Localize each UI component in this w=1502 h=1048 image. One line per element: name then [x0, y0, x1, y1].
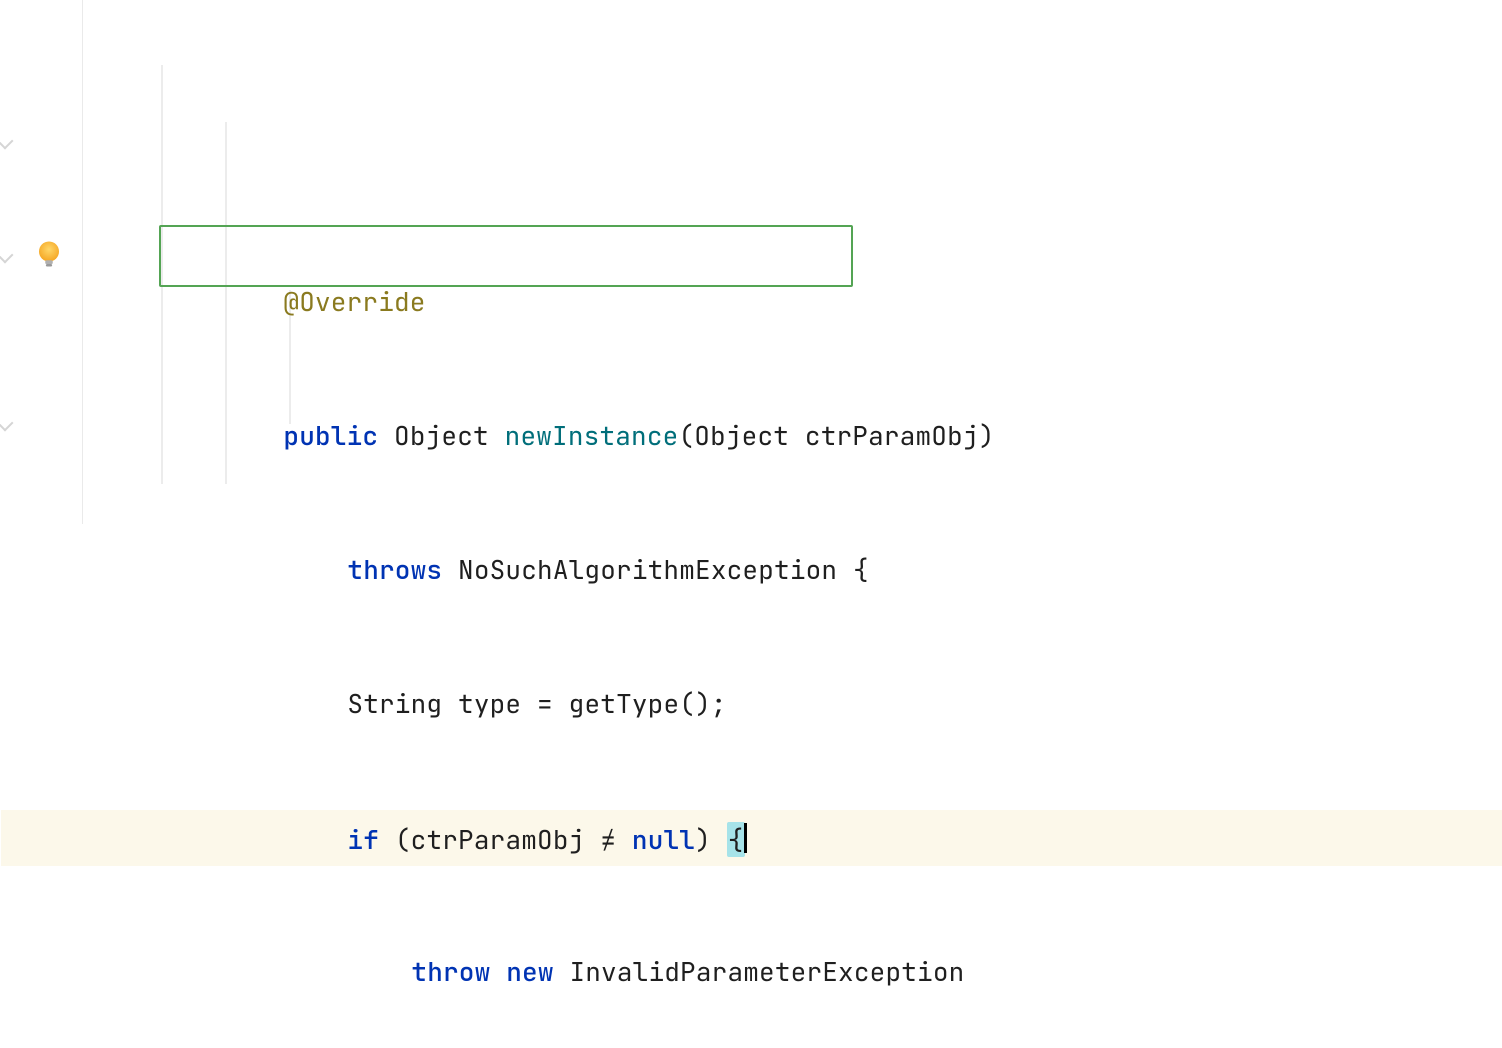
paren-token: )	[695, 822, 711, 857]
text-caret	[744, 823, 747, 853]
code-line[interactable]: String type = getType();	[83, 676, 1502, 732]
code-line[interactable]: throws NoSuchAlgorithmException {	[83, 542, 1502, 598]
identifier-token: getType	[569, 686, 680, 721]
brace-match-token: {	[727, 822, 745, 857]
keyword-token: public	[283, 418, 378, 453]
type-token: InvalidParameterException	[569, 954, 964, 989]
annotation-token: @Override	[283, 284, 425, 319]
paren-token: )	[979, 418, 995, 453]
editor-gutter	[0, 0, 83, 524]
keyword-token: if	[347, 822, 379, 857]
code-area[interactable]: @Override public Object newInstance(Obje…	[83, 0, 1502, 524]
method-name-token: newInstance	[505, 418, 679, 453]
intention-bulb-icon[interactable]	[34, 239, 64, 269]
identifier-token: ctrParamObj	[411, 822, 585, 857]
fold-notch-icon	[0, 249, 13, 263]
paren-token: ();	[679, 686, 726, 721]
code-line[interactable]: throw new InvalidParameterException	[83, 944, 1502, 1000]
code-line[interactable]: @Override	[83, 274, 1502, 330]
code-line[interactable]: public Object newInstance(Object ctrPara…	[83, 408, 1502, 464]
type-token: Object	[694, 418, 789, 453]
brace-token: {	[853, 552, 869, 587]
fold-notch-icon	[0, 135, 13, 149]
paren-token: (	[395, 822, 411, 857]
type-token: Object	[394, 418, 489, 453]
keyword-token: throws	[347, 552, 442, 587]
code-line-current[interactable]: if (ctrParamObj ≠ null) {	[83, 810, 1502, 866]
keyword-token: new	[506, 954, 553, 989]
paren-token: (	[678, 418, 694, 453]
keyword-token: throw	[411, 954, 490, 989]
operator-token: ≠	[600, 822, 616, 857]
type-token: NoSuchAlgorithmException	[458, 552, 837, 587]
fold-notch-icon	[0, 417, 13, 431]
keyword-token: null	[632, 822, 695, 857]
identifier-token: ctrParamObj	[805, 418, 979, 453]
identifier-token: type	[458, 686, 521, 721]
code-editor[interactable]: @Override public Object newInstance(Obje…	[0, 0, 1502, 524]
type-token: String	[347, 686, 442, 721]
operator-token: =	[537, 686, 553, 721]
